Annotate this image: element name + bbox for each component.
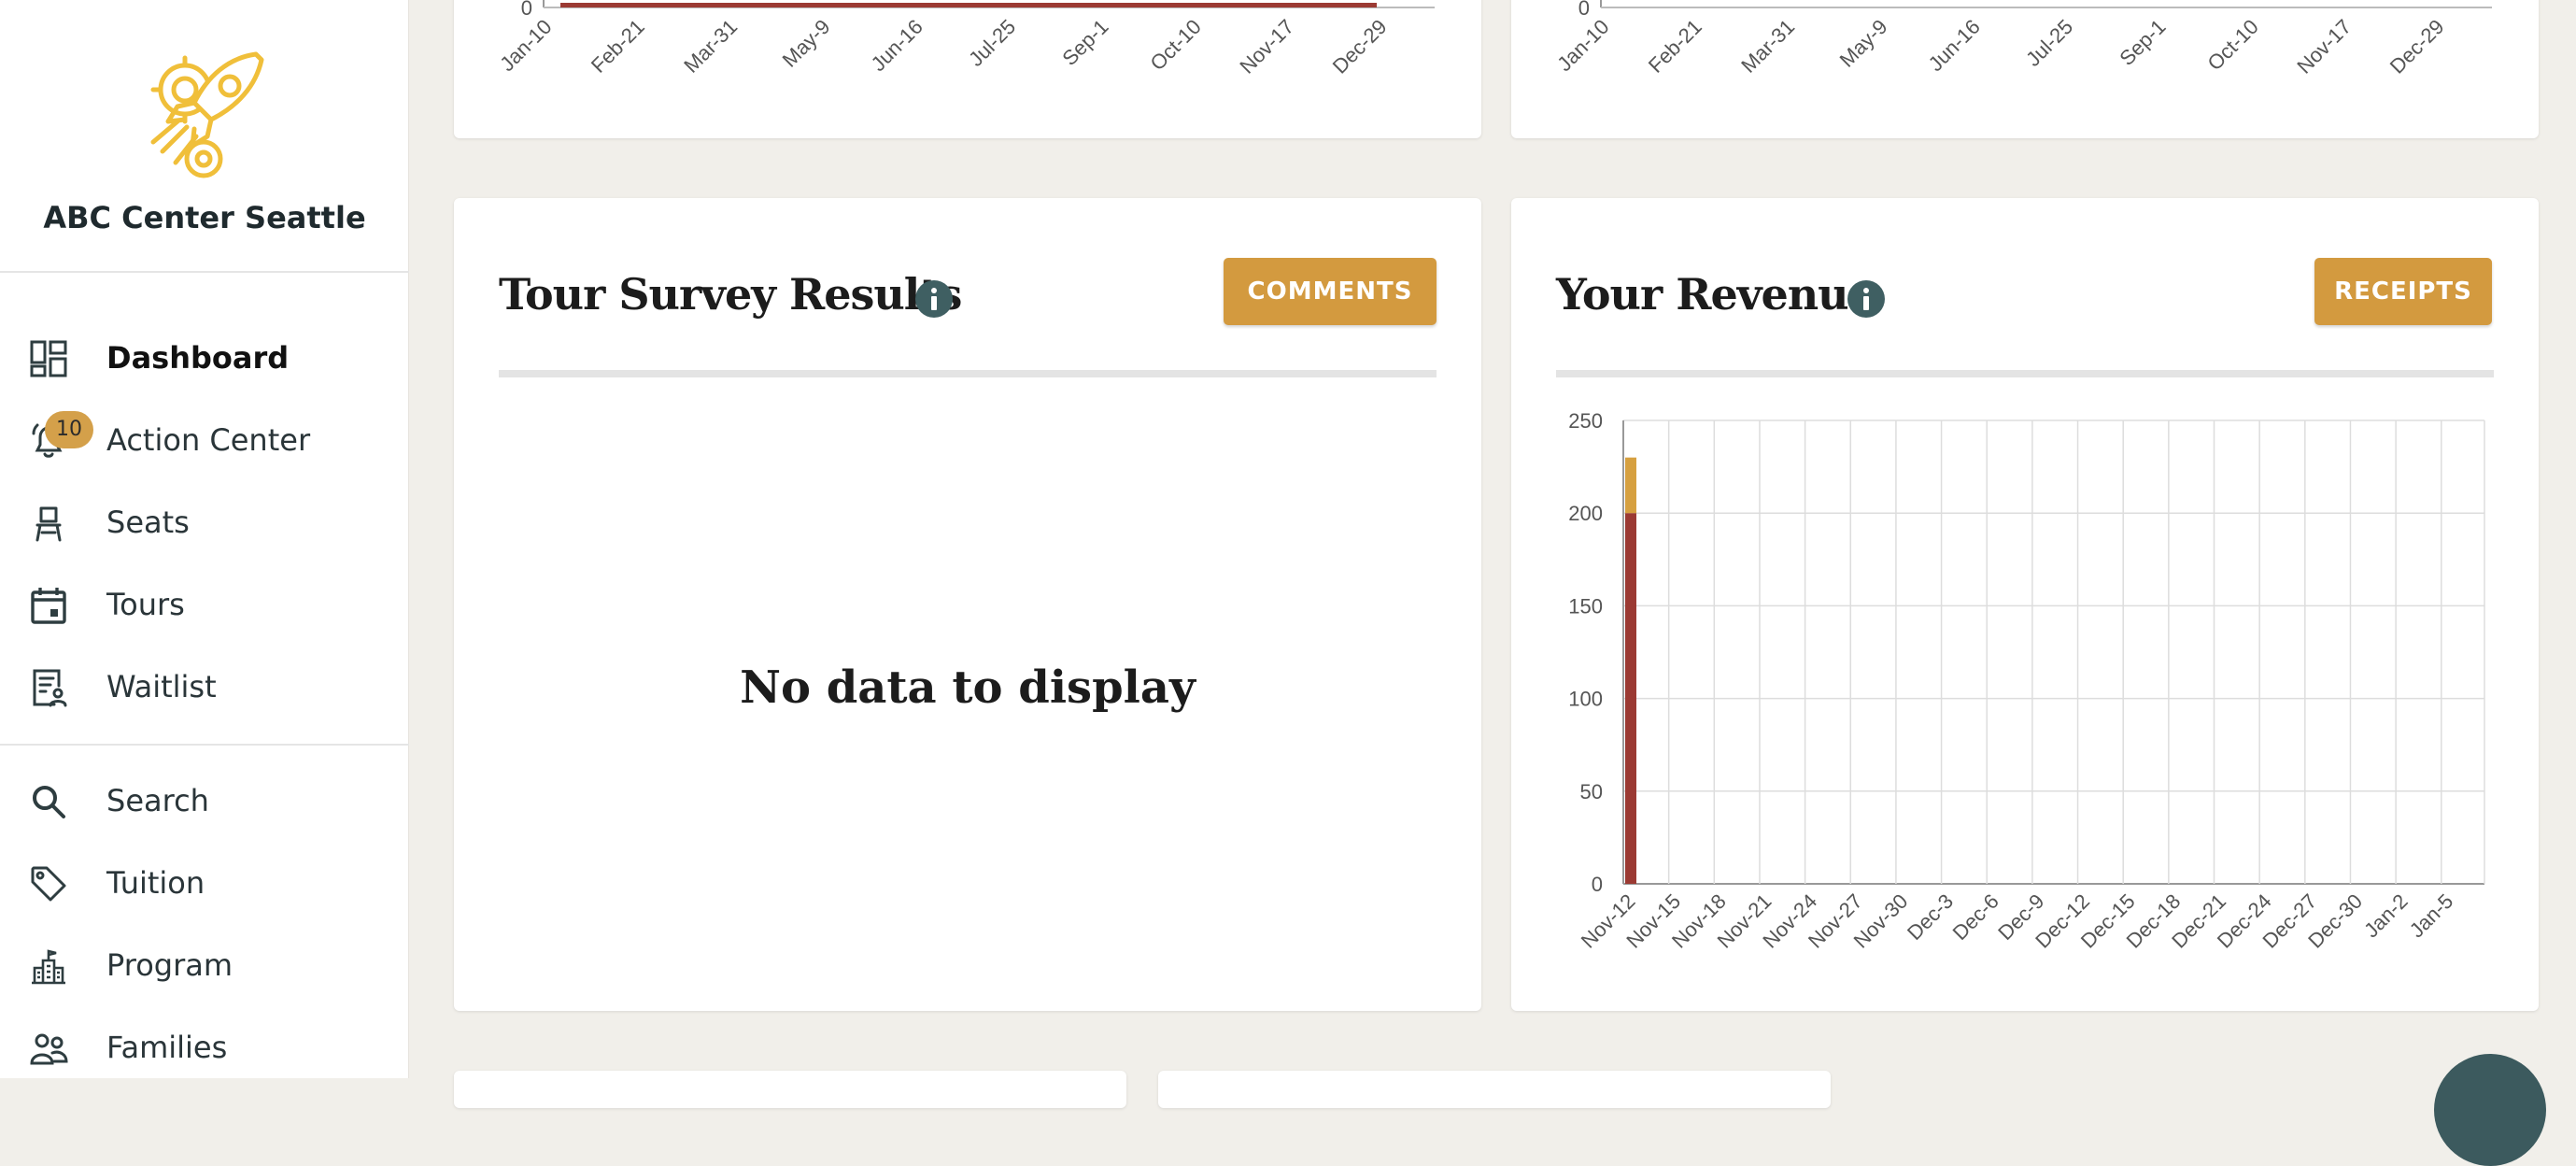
x-tick-label: Oct-10 [1146,15,1206,75]
comments-button[interactable]: COMMENTS [1224,258,1437,325]
survey-title: Tour Survey Results [499,269,962,320]
info-icon[interactable] [915,280,953,318]
x-tick-label: May-9 [778,15,835,72]
y-tick-label: 50 [1580,780,1603,803]
x-tick-label: Jun-16 [867,15,927,76]
revenue-chart: 050100150200250Nov-12Nov-15Nov-18Nov-21N… [1568,409,2485,953]
series-line [560,3,1377,7]
calendar-icon [31,588,66,624]
organization-name: ABC Center Seattle [43,200,366,235]
building-icon [32,949,65,985]
sidebar-item-search[interactable]: Search [0,764,409,839]
search-icon [33,786,65,818]
x-tick-label: Mar-31 [679,15,742,78]
top-left-chart-card: 0 Jan-10 Feb-21 Mar-31 May-9 Jun-16 Jul-25 Sep-… [454,0,1481,138]
bottom-left-card [454,1071,1126,1108]
x-tick-label: May-9 [1835,15,1892,72]
sidebar-item-label: Action Center [106,422,311,458]
y-tick-label: 0 [1592,873,1603,896]
top-right-chart-card: 0 Jan-10 Feb-21 Mar-31 May-9 Jun-16 Jul-25 Sep-… [1511,0,2539,138]
tag-icon [31,866,66,902]
x-tick-label: Dec-3 [1903,889,1958,945]
x-tick-label: Jan-10 [495,15,556,76]
bottom-middle-card [1158,1071,1831,1108]
sidebar-item-label: Dashboard [106,340,290,376]
sidebar-item-action-center[interactable]: 10 Action Center [0,404,409,478]
x-tick-label: Feb-21 [1644,15,1706,78]
top-left-chart-axis: 0Jan-10 Feb-21 Mar-31 May-9 Jun-16 Jul-25 Sep-… [495,0,1435,78]
sidebar-item-label: Tuition [106,865,205,901]
notification-badge: 10 [45,411,93,448]
y-tick-label: 0 [1578,0,1590,20]
sidebar-item-tuition[interactable]: Tuition [0,846,409,921]
x-tick-label: Nov-17 [2292,15,2356,78]
no-data-message: No data to display [740,661,1196,714]
bar-segment [1625,513,1636,884]
sidebar-item-families[interactable]: Families [0,1011,409,1086]
sidebar-item-label: Search [106,783,209,818]
x-tick-label: Feb-21 [587,15,649,78]
sidebar-item-label: Seats [106,505,190,540]
x-tick-label: Jan-5 [2405,889,2458,943]
y-tick-label: 250 [1568,409,1603,433]
x-tick-label: Nov-17 [1235,15,1298,78]
sidebar-item-label: Families [106,1030,228,1065]
x-tick-label: Oct-10 [2203,15,2263,75]
sidebar-item-tours[interactable]: Tours [0,568,409,643]
y-tick-label: 150 [1568,594,1603,618]
y-tick-label: 0 [521,0,532,20]
revenue-card: Your Revenue RECEIPTS 0 50 100 150 200 250 Nov… [1511,198,2539,1011]
x-tick-label: Dec-29 [1328,15,1392,78]
tour-survey-card: Tour Survey Results COMMENTS No data to … [454,198,1481,1011]
x-tick-label: Sep-1 [2115,15,2170,70]
chair-icon [35,506,62,542]
x-tick-label: Dec-6 [1948,889,2003,945]
x-tick-label: Jan-2 [2359,889,2413,943]
y-tick-label: 100 [1568,688,1603,711]
sidebar-divider [0,271,409,273]
survey-divider [499,370,1437,377]
x-tick-label: Dec-29 [2385,15,2449,78]
x-tick-label: Jun-16 [1924,15,1985,76]
sidebar-item-waitlist[interactable]: Waitlist [0,650,409,725]
rocket-logo-icon [150,51,264,178]
sidebar: ABC Center Seattle Dashboard 10 Action C… [0,0,409,1078]
x-tick-label: Mar-31 [1736,15,1799,78]
sidebar-item-label: Waitlist [106,669,217,704]
sidebar-item-dashboard[interactable]: Dashboard [0,321,409,396]
x-tick-label: Jul-25 [2021,15,2077,71]
bar-segment [1625,457,1636,514]
sidebar-item-program[interactable]: Program [0,929,409,1003]
sidebar-item-label: Tours [106,587,185,622]
people-icon [30,1033,68,1065]
x-tick-label: Jul-25 [964,15,1020,71]
x-tick-label: Jan-10 [1552,15,1613,76]
chat-fab-button[interactable] [2434,1054,2546,1166]
x-tick-label: Sep-1 [1057,15,1112,70]
dashboard-icon [30,340,67,377]
sidebar-item-seats[interactable]: Seats [0,486,409,561]
y-tick-label: 200 [1568,502,1603,525]
sidebar-item-label: Program [106,947,234,983]
top-right-chart-axis: 0Jan-10 Feb-21 Mar-31 May-9 Jun-16 Jul-25 Sep-… [1552,0,2492,78]
sidebar-divider [0,744,409,746]
waitlist-icon [33,669,67,707]
